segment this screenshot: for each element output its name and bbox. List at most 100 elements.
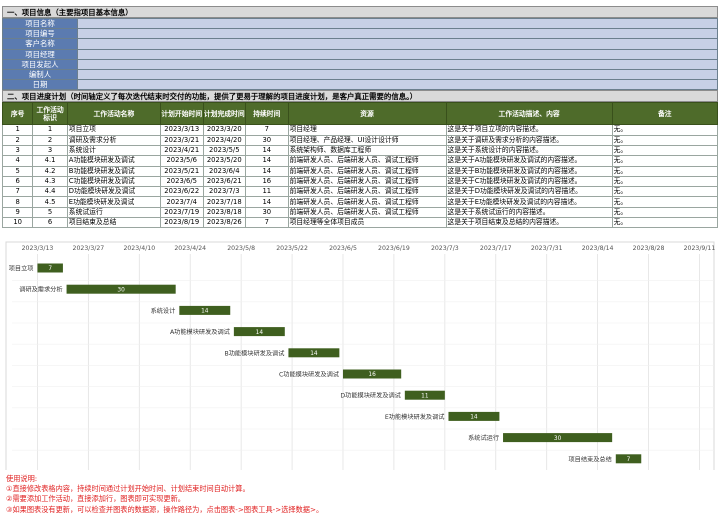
table-cell[interactable]: 这是关于D功能模块研发及调试的内容描述。 <box>445 186 613 198</box>
info-field-value[interactable] <box>77 28 718 40</box>
table-cell[interactable]: B功能模块研发及调试 <box>66 165 161 177</box>
table-cell[interactable]: 无。 <box>611 175 719 188</box>
table-cell[interactable]: 这是关于系统设计的内容描述。 <box>445 144 613 157</box>
info-field-value[interactable] <box>77 58 718 70</box>
table-cell[interactable]: 调研及需求分析 <box>66 134 161 146</box>
table-cell[interactable]: 这是关于A功能模块研发及调试的内容描述。 <box>445 155 613 167</box>
table-cell[interactable]: 2 <box>1 134 34 146</box>
table-cell[interactable]: 这是关于项目立项的内容描述。 <box>445 124 613 136</box>
table-cell[interactable]: 1 <box>1 124 34 136</box>
table-cell[interactable]: 4.1 <box>32 155 68 167</box>
table-cell[interactable]: 5 <box>1 165 34 177</box>
table-cell[interactable]: 7 <box>245 124 289 136</box>
table-cell[interactable]: 2 <box>32 134 68 146</box>
table-cell[interactable]: 14 <box>245 155 289 167</box>
table-cell[interactable]: 无。 <box>611 186 719 198</box>
table-cell[interactable]: 9 <box>1 206 34 218</box>
table-cell[interactable]: 2023/6/5 <box>159 175 204 188</box>
table-cell[interactable]: 30 <box>245 134 289 146</box>
table-cell[interactable]: 7 <box>1 186 34 198</box>
table-cell[interactable]: 3 <box>1 144 34 157</box>
table-cell[interactable]: 无。 <box>611 155 719 167</box>
table-cell[interactable]: 7 <box>245 216 289 229</box>
table-cell[interactable]: 11 <box>245 186 289 198</box>
table-cell[interactable]: 项目立项 <box>66 124 161 136</box>
table-cell[interactable]: 2023/6/21 <box>202 175 247 188</box>
table-cell[interactable]: 2023/5/21 <box>159 165 204 177</box>
info-field-value[interactable] <box>77 17 718 30</box>
table-cell[interactable]: 3 <box>32 144 68 157</box>
table-cell[interactable]: 这是关于E功能模块研发及调试的内容描述。 <box>445 196 613 208</box>
table-cell[interactable]: 2023/6/22 <box>159 186 204 198</box>
table-cell[interactable]: 2023/7/4 <box>159 196 204 208</box>
table-cell[interactable]: 2023/7/19 <box>159 206 204 218</box>
table-cell[interactable]: 2023/5/6 <box>159 155 204 167</box>
table-cell[interactable]: 2023/5/5 <box>202 144 247 157</box>
table-cell[interactable]: 无。 <box>611 216 719 229</box>
table-cell[interactable]: 4.3 <box>32 175 68 188</box>
task-label: B功能模块研发及调试 <box>224 349 284 357</box>
table-cell[interactable]: 14 <box>245 196 289 208</box>
table-cell[interactable]: 前端研发人员、后端研发人员、调试工程师 <box>287 155 447 167</box>
info-field-value[interactable] <box>77 48 718 60</box>
table-cell[interactable]: 5 <box>32 206 68 218</box>
table-cell[interactable]: 4.2 <box>32 165 68 177</box>
table-row: 8 4.5 E功能模块研发及调试 2023/7/4 2023/7/18 14 前端研发人员、… <box>1 196 719 208</box>
table-cell[interactable]: 这是关于B功能模块研发及调试的内容描述。 <box>445 165 613 177</box>
info-field-value[interactable] <box>77 79 718 91</box>
table-cell[interactable]: 4.5 <box>32 196 68 208</box>
table-cell[interactable]: 项目经理、产品经理、UI设计设计师 <box>287 134 447 146</box>
table-cell[interactable]: 4 <box>1 155 34 167</box>
table-cell[interactable]: 这是关于系统试运行的内容描述。 <box>445 206 613 218</box>
table-cell[interactable]: 无。 <box>611 144 719 157</box>
table-cell[interactable]: 这是关于调研及需求分析的内容描述。 <box>445 134 613 146</box>
table-cell[interactable]: A功能模块研发及调试 <box>66 155 161 167</box>
table-cell[interactable]: 8 <box>1 196 34 208</box>
table-cell[interactable]: 14 <box>245 165 289 177</box>
table-cell[interactable]: 2023/4/20 <box>202 134 247 146</box>
table-cell[interactable]: 前端研发人员、后端研发人员、调试工程师 <box>287 196 447 208</box>
table-cell[interactable]: 无。 <box>611 165 719 177</box>
table-cell[interactable]: 30 <box>245 206 289 218</box>
table-cell[interactable]: 2023/7/18 <box>202 196 247 208</box>
table-cell[interactable]: 2023/3/20 <box>202 124 247 136</box>
table-cell[interactable]: 项目经理等全体项目成员 <box>287 216 447 229</box>
table-cell[interactable]: 这是关于项目结束及总结的内容描述。 <box>445 216 613 229</box>
table-cell[interactable]: 系统架构师、数据库工程师 <box>287 144 447 157</box>
table-cell[interactable]: 2023/3/13 <box>159 124 204 136</box>
table-cell[interactable]: 6 <box>32 216 68 229</box>
table-cell[interactable]: 2023/8/18 <box>202 206 247 218</box>
table-cell[interactable]: 无。 <box>611 134 719 146</box>
table-cell[interactable]: 项目结束及总结 <box>66 216 161 229</box>
info-field-value[interactable] <box>77 68 718 81</box>
table-cell[interactable]: 16 <box>245 175 289 188</box>
table-cell[interactable]: 2023/5/20 <box>202 155 247 167</box>
table-cell[interactable]: 2023/4/21 <box>159 144 204 157</box>
table-cell[interactable]: D功能模块研发及调试 <box>66 186 161 198</box>
table-cell[interactable]: 系统设计 <box>66 144 161 157</box>
table-cell[interactable]: 2023/8/19 <box>159 216 204 229</box>
table-cell[interactable]: 前端研发人员、后端研发人员、调试工程师 <box>287 165 447 177</box>
info-row: 日期 <box>2 79 718 91</box>
table-cell[interactable]: 无。 <box>611 196 719 208</box>
table-cell[interactable]: 14 <box>245 144 289 157</box>
table-cell[interactable]: 2023/7/3 <box>202 186 247 198</box>
table-cell[interactable]: E功能模块研发及调试 <box>66 196 161 208</box>
table-cell[interactable]: 1 <box>32 124 68 136</box>
table-cell[interactable]: 4.4 <box>32 186 68 198</box>
table-cell[interactable]: 无。 <box>611 206 719 218</box>
table-cell[interactable]: 项目经理 <box>287 124 447 136</box>
info-field-value[interactable] <box>77 38 718 50</box>
table-cell[interactable]: 2023/8/26 <box>202 216 247 229</box>
table-cell[interactable]: 2023/6/4 <box>202 165 247 177</box>
table-cell[interactable]: 前端研发人员、后端研发人员、调试工程师 <box>287 186 447 198</box>
table-cell[interactable]: 10 <box>1 216 34 229</box>
table-cell[interactable]: C功能模块研发及调试 <box>66 175 161 188</box>
table-cell[interactable]: 前端研发人员、后端研发人员、调试工程师 <box>287 175 447 188</box>
table-cell[interactable]: 前端研发人员、后端研发人员、调试工程师 <box>287 206 447 218</box>
table-cell[interactable]: 系统试运行 <box>66 206 161 218</box>
table-cell[interactable]: 6 <box>1 175 34 188</box>
table-cell[interactable]: 这是关于C功能模块研发及调试的内容描述。 <box>445 175 613 188</box>
table-cell[interactable]: 无。 <box>611 124 719 136</box>
table-cell[interactable]: 2023/3/21 <box>159 134 204 146</box>
